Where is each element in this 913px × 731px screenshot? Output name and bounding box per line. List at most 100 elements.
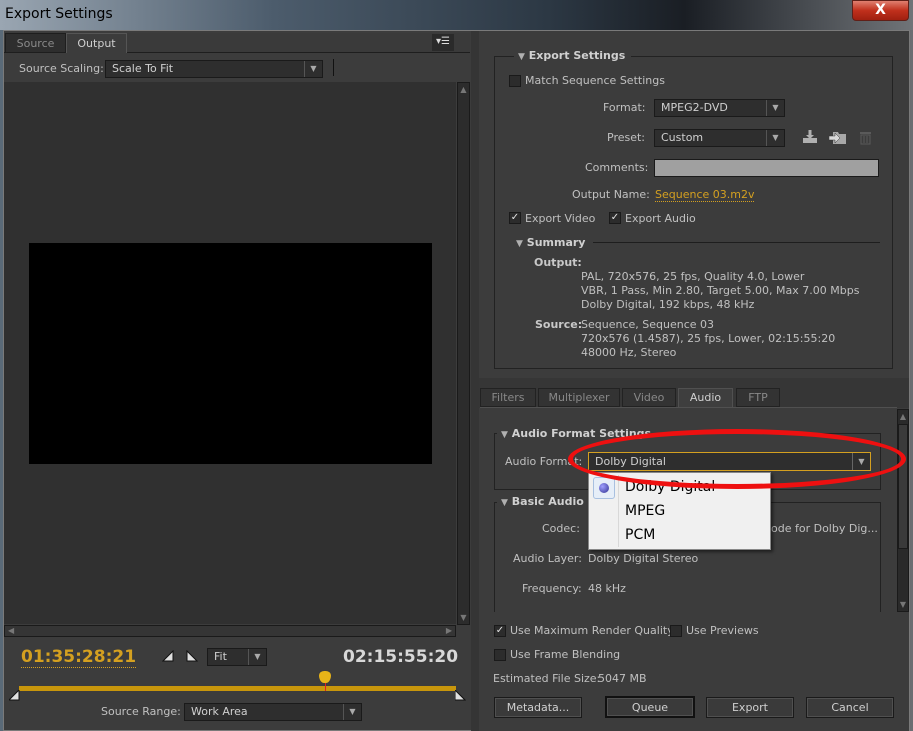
scroll-right-icon[interactable]: ▶: [446, 626, 452, 635]
audio-layer-label: Audio Layer:: [513, 552, 582, 565]
frame-blending-label: Use Frame Blending: [510, 648, 621, 661]
preset-dropdown[interactable]: Custom ▼: [654, 129, 785, 147]
menu-item-dolby-digital[interactable]: Dolby Digital: [625, 479, 715, 495]
viewer-vertical-scrollbar[interactable]: ▲ ▼: [457, 82, 470, 625]
collapse-triangle-icon: ▼: [501, 498, 508, 508]
menu-separator: [618, 475, 619, 547]
menu-item-mpeg[interactable]: MPEG: [625, 503, 665, 519]
scroll-down-icon[interactable]: ▼: [458, 613, 469, 622]
zoom-level-dropdown[interactable]: Fit ▼: [207, 648, 267, 666]
export-audio-label: Export Audio: [625, 212, 696, 225]
checkmark-icon: ✓: [510, 212, 520, 223]
divider: [333, 59, 334, 76]
timeline-bar[interactable]: [19, 686, 456, 691]
comments-input[interactable]: [654, 159, 879, 177]
source-range-label: Source Range:: [101, 705, 181, 718]
scrollbar-thumb[interactable]: [898, 424, 908, 549]
audio-format-header[interactable]: ▼ Audio Format Settings: [497, 427, 658, 440]
frame-blending-checkbox[interactable]: [494, 649, 506, 661]
format-label: Format:: [603, 101, 646, 114]
checkmark-icon: ✓: [610, 212, 620, 223]
audio-layer-value[interactable]: Dolby Digital Stereo: [588, 552, 698, 565]
save-preset-icon[interactable]: [802, 130, 818, 144]
chevron-down-icon: ▼: [248, 649, 266, 665]
chevron-down-icon: ▼: [343, 704, 361, 720]
panel-menu-button[interactable]: ▾☰: [432, 34, 454, 51]
queue-button[interactable]: Queue: [605, 696, 695, 718]
export-button[interactable]: Export: [706, 697, 794, 718]
tab-source[interactable]: Source: [5, 33, 66, 53]
collapse-triangle-icon: ▼: [501, 430, 508, 440]
summary-output-text: PAL, 720x576, 25 fps, Quality 4.0, Lower…: [581, 270, 860, 311]
preset-label: Preset:: [607, 131, 646, 144]
work-area-end-handle[interactable]: [455, 690, 466, 701]
scroll-up-icon[interactable]: ▲: [458, 85, 469, 94]
source-scaling-value: Scale To Fit: [112, 62, 174, 75]
match-sequence-label: Match Sequence Settings: [525, 74, 665, 87]
audio-format-label: Audio Format:: [505, 455, 583, 468]
import-preset-icon[interactable]: [829, 130, 847, 145]
source-scaling-dropdown[interactable]: Scale To Fit ▼: [105, 60, 323, 78]
frequency-value[interactable]: 48 kHz: [588, 582, 626, 595]
audio-format-menu: Dolby Digital MPEG PCM: [588, 472, 771, 550]
tab-filters[interactable]: Filters: [480, 388, 536, 407]
summary-header[interactable]: ▼ Summary: [512, 236, 592, 249]
checkmark-icon: ✓: [495, 625, 505, 636]
duration-timecode: 02:15:55:20: [343, 647, 459, 667]
cancel-button[interactable]: Cancel: [806, 697, 894, 718]
chevron-down-icon: ▼: [304, 61, 322, 77]
zoom-level-value: Fit: [214, 650, 227, 663]
source-range-value: Work Area: [191, 705, 248, 718]
codec-value[interactable]: ode for Dolby Dig...: [771, 522, 878, 535]
output-name-link[interactable]: Sequence 03.m2v: [655, 188, 755, 202]
use-previews-checkbox[interactable]: [670, 625, 682, 637]
current-timecode[interactable]: 01:35:28:21: [21, 648, 137, 668]
source-scaling-label: Source Scaling:: [19, 62, 104, 75]
max-render-quality-checkbox[interactable]: ✓: [494, 625, 506, 637]
export-video-checkbox[interactable]: ✓: [509, 212, 521, 224]
comments-label: Comments:: [585, 161, 649, 174]
summary-source-text: Sequence, Sequence 03 720x576 (1.4587), …: [581, 318, 836, 359]
panel-splitter[interactable]: [471, 31, 479, 731]
tab-multiplexer[interactable]: Multiplexer: [538, 388, 620, 407]
audio-format-value: Dolby Digital: [595, 455, 666, 468]
menu-item-pcm[interactable]: PCM: [625, 527, 655, 543]
collapse-triangle-icon: ▼: [518, 52, 525, 62]
format-value: MPEG2-DVD: [661, 101, 728, 114]
title-bar: [0, 0, 913, 30]
metadata-button[interactable]: Metadata...: [494, 697, 582, 718]
estimated-size-value: 5047 MB: [598, 672, 647, 685]
export-settings-header[interactable]: ▼ Export Settings: [514, 49, 632, 62]
export-audio-checkbox[interactable]: ✓: [609, 212, 621, 224]
audio-format-dropdown[interactable]: Dolby Digital ▼: [588, 452, 871, 471]
frequency-label: Frequency:: [522, 582, 582, 595]
work-area-start-handle[interactable]: [9, 690, 20, 701]
match-sequence-checkbox[interactable]: [509, 75, 521, 87]
video-preview-frame: [29, 243, 432, 464]
set-in-point-icon[interactable]: [162, 650, 174, 662]
tab-output[interactable]: Output: [66, 33, 127, 53]
set-out-point-icon[interactable]: [186, 650, 198, 662]
chevron-down-icon: ▼: [766, 100, 784, 116]
close-icon: X: [875, 2, 886, 18]
max-render-quality-label: Use Maximum Render Quality: [510, 624, 674, 637]
format-dropdown[interactable]: MPEG2-DVD ▼: [654, 99, 785, 117]
tab-audio[interactable]: Audio: [678, 388, 733, 408]
estimated-size-label: Estimated File Size:: [493, 672, 601, 685]
output-name-label: Output Name:: [572, 188, 650, 201]
radio-selected-icon: [599, 483, 609, 493]
delete-preset-icon[interactable]: [859, 130, 872, 145]
scroll-left-icon[interactable]: ◀: [8, 626, 14, 635]
scroll-down-icon[interactable]: ▼: [898, 600, 908, 609]
tab-ftp[interactable]: FTP: [736, 388, 780, 407]
close-button[interactable]: X: [852, 0, 909, 21]
panel-menu-icon: ▾☰: [436, 36, 450, 47]
tab-video[interactable]: Video: [622, 388, 676, 407]
summary-divider: [593, 242, 880, 243]
window-title: Export Settings: [5, 6, 113, 22]
viewer-horizontal-scrollbar[interactable]: ◀ ▶: [4, 625, 456, 637]
source-range-dropdown[interactable]: Work Area ▼: [184, 703, 362, 721]
collapse-triangle-icon: ▼: [516, 239, 523, 249]
summary-output-label: Output:: [534, 256, 582, 269]
scroll-up-icon[interactable]: ▲: [898, 412, 908, 421]
